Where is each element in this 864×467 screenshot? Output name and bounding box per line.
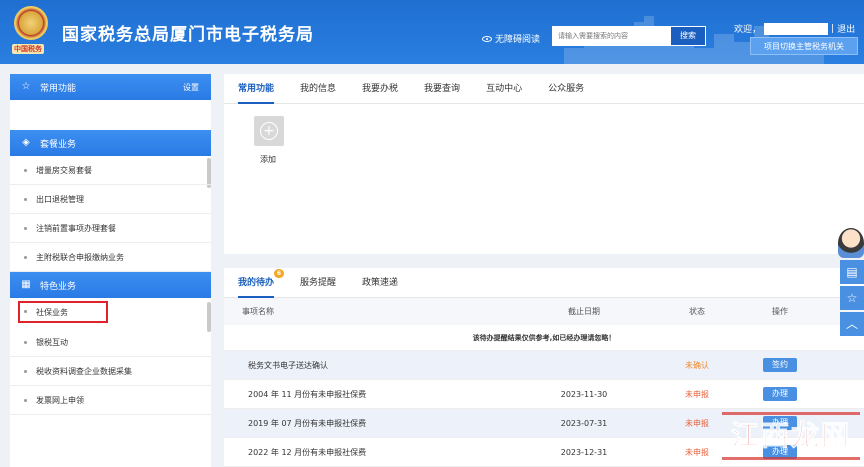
eye-icon: [482, 35, 492, 42]
row-item-name: 2022 年 12 月份有未申报社保费: [248, 447, 367, 457]
star-icon: ☆: [21, 81, 31, 92]
sidebar-item-package-2[interactable]: 出口退税管理: [10, 185, 211, 214]
row-status: 未申报: [685, 389, 709, 399]
tab-service-reminder[interactable]: 服务提醒: [300, 268, 336, 297]
row-item-name: 2019 年 07 月份有未申报社保费: [248, 418, 367, 428]
tab-common[interactable]: 常用功能: [238, 74, 275, 104]
sidebar-item-package-4[interactable]: 主附税联合申报缴纳业务: [10, 243, 211, 272]
sidebar-item-data-collection[interactable]: 税收资料调查企业数据采集: [10, 357, 211, 386]
table-row: 税务文书电子送达确认 未确认 签约: [224, 351, 864, 380]
sidebar-setting-link[interactable]: 设置: [183, 82, 199, 93]
package-list: 增量房交易套餐 出口退税管理 注销前置事项办理套餐 主附税联合申报缴纳业务: [10, 156, 211, 272]
plus-icon: +: [260, 122, 278, 140]
row-status: 未确认: [685, 360, 709, 370]
row-item-name: 2004 年 11 月份有未申报社保费: [248, 389, 367, 399]
tab-my-todo-label: 我的待办: [238, 278, 275, 288]
todo-count-badge: 6: [273, 269, 285, 278]
row-deadline: 2023-07-31: [560, 418, 608, 428]
sidebar-item-package-1[interactable]: 增量房交易套餐: [10, 156, 211, 185]
tab-policy[interactable]: 政策速递: [362, 268, 398, 297]
float-toolbar: ▤ ☆ ︿: [840, 260, 864, 338]
tab-query[interactable]: 我要查询: [424, 74, 460, 103]
switch-authority-button[interactable]: 项目切换主管税务机关: [750, 37, 858, 55]
tab-interaction[interactable]: 互动中心: [486, 74, 522, 103]
welcome-area: 欢迎， | 退出: [734, 22, 855, 35]
chevron-up-icon[interactable]: ︿: [840, 312, 864, 336]
tax-emblem-icon: [14, 6, 48, 40]
sidebar-package-header[interactable]: ◈ 套餐业务: [10, 130, 211, 156]
layers-icon: ◈: [22, 137, 30, 148]
col-action: 操作: [772, 307, 788, 316]
sidebar-item-social-security[interactable]: 社保业务: [18, 301, 108, 323]
function-tabs: 常用功能 我的信息 我要办税 我要查询 互动中心 公众服务: [224, 74, 864, 104]
divider: |: [831, 23, 835, 34]
search-button[interactable]: 搜索: [670, 26, 706, 46]
search-input[interactable]: [552, 26, 670, 46]
todo-tabs: 我的待办 6 服务提醒 政策速递: [224, 268, 864, 298]
sidebar-special-header[interactable]: ▦ 特色业务: [10, 272, 211, 298]
tab-my-info[interactable]: 我的信息: [300, 74, 336, 103]
sidebar-item-invoice[interactable]: 发票网上申领: [10, 386, 211, 415]
row-deadline: 2023-11-30: [560, 389, 608, 399]
sign-button[interactable]: 签约: [763, 358, 797, 372]
grid-icon: ▦: [21, 279, 31, 290]
site-title: 国家税务总局厦门市电子税务局: [62, 25, 314, 45]
welcome-label: 欢迎，: [734, 25, 762, 35]
col-item-name: 事项名称: [242, 307, 274, 316]
row-deadline: 2023-12-31: [560, 447, 608, 457]
user-name-redacted: [764, 22, 829, 35]
row-item-name: 税务文书电子送达确认: [248, 360, 328, 370]
star-icon[interactable]: ☆: [840, 286, 864, 310]
sidebar-item-package-3[interactable]: 注销前置事项办理套餐: [10, 214, 211, 243]
tab-tax-handling[interactable]: 我要办税: [362, 74, 398, 103]
function-panel: 常用功能 我的信息 我要办税 我要查询 互动中心 公众服务 + 添加: [224, 74, 864, 254]
customer-service-avatar[interactable]: [838, 228, 864, 258]
accessibility-label: 无障碍阅读: [495, 35, 541, 45]
add-function-label: 添加: [260, 155, 276, 164]
table-row: 2004 年 11 月份有未申报社保费 2023-11-30 未申报 办理: [224, 380, 864, 409]
sidebar-common-header[interactable]: ☆ 常用功能 设置: [10, 74, 211, 100]
sidebar-item-bank-tax[interactable]: 银税互动: [10, 328, 211, 357]
watermark-logo: 江西龙网: [730, 419, 851, 453]
emblem-caption: 中国税务: [12, 44, 44, 54]
tab-my-todo[interactable]: 我的待办 6: [238, 268, 285, 298]
sidebar: ☆ 常用功能 设置 ◈ 套餐业务 增量房交易套餐 出口退税管理 注销前置事项办理…: [10, 74, 211, 467]
sidebar-common-title: 常用功能: [40, 83, 77, 94]
sidebar-package-title: 套餐业务: [40, 139, 77, 150]
col-deadline: 截止日期: [568, 307, 600, 316]
todo-notice: 该待办提醒结果仅供参考,如已经办理请忽略！: [224, 325, 864, 351]
add-function-button[interactable]: +: [254, 116, 284, 146]
special-list: 社保业务 银税互动 税收资料调查企业数据采集 发票网上申领: [10, 298, 211, 415]
todo-table-header: 事项名称 截止日期 状态 操作: [224, 298, 864, 325]
document-icon[interactable]: ▤: [840, 260, 864, 284]
logout-link[interactable]: 退出: [837, 22, 855, 35]
col-status: 状态: [689, 307, 705, 316]
sidebar-special-title: 特色业务: [40, 281, 77, 292]
handle-button[interactable]: 办理: [763, 387, 797, 401]
header-bar: 中国税务 国家税务总局厦门市电子税务局 无障碍阅读 搜索 欢迎， | 退出 项目…: [0, 0, 864, 64]
tab-public-service[interactable]: 公众服务: [548, 74, 584, 103]
accessibility-link[interactable]: 无障碍阅读: [482, 32, 540, 45]
